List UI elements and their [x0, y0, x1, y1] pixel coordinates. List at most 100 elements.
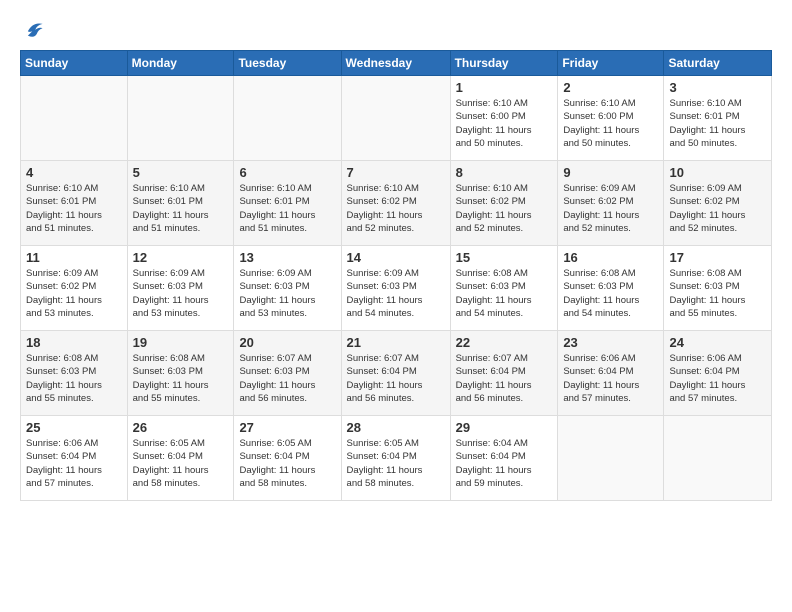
day-number: 16	[563, 250, 658, 265]
day-info: Sunrise: 6:08 AM Sunset: 6:03 PM Dayligh…	[669, 267, 766, 320]
calendar-cell: 26 Sunrise: 6:05 AM Sunset: 6:04 PM Dayli…	[127, 416, 234, 501]
day-number: 27	[239, 420, 335, 435]
day-number: 5	[133, 165, 229, 180]
day-number: 4	[26, 165, 122, 180]
day-info: Sunrise: 6:08 AM Sunset: 6:03 PM Dayligh…	[26, 352, 122, 405]
calendar-cell: 29 Sunrise: 6:04 AM Sunset: 6:04 PM Dayli…	[450, 416, 558, 501]
weekday-header: Saturday	[664, 51, 772, 76]
calendar-cell	[21, 76, 128, 161]
day-number: 2	[563, 80, 658, 95]
day-number: 3	[669, 80, 766, 95]
calendar-cell	[234, 76, 341, 161]
day-number: 18	[26, 335, 122, 350]
day-info: Sunrise: 6:09 AM Sunset: 6:02 PM Dayligh…	[26, 267, 122, 320]
day-info: Sunrise: 6:04 AM Sunset: 6:04 PM Dayligh…	[456, 437, 553, 490]
calendar-cell	[664, 416, 772, 501]
day-info: Sunrise: 6:07 AM Sunset: 6:04 PM Dayligh…	[347, 352, 445, 405]
calendar-cell	[341, 76, 450, 161]
calendar-cell: 14Sunrise: 6:09 AM Sunset: 6:03 PM Dayli…	[341, 246, 450, 331]
calendar-cell: 23 Sunrise: 6:06 AM Sunset: 6:04 PM Dayli…	[558, 331, 664, 416]
day-number: 26	[133, 420, 229, 435]
day-number: 1	[456, 80, 553, 95]
calendar-cell: 18 Sunrise: 6:08 AM Sunset: 6:03 PM Dayli…	[21, 331, 128, 416]
day-number: 9	[563, 165, 658, 180]
day-info: Sunrise: 6:09 AM Sunset: 6:03 PM Dayligh…	[239, 267, 335, 320]
weekday-header: Sunday	[21, 51, 128, 76]
day-info: Sunrise: 6:05 AM Sunset: 6:04 PM Dayligh…	[347, 437, 445, 490]
day-info: Sunrise: 6:08 AM Sunset: 6:03 PM Dayligh…	[456, 267, 553, 320]
day-number: 7	[347, 165, 445, 180]
day-info: Sunrise: 6:06 AM Sunset: 6:04 PM Dayligh…	[669, 352, 766, 405]
day-info: Sunrise: 6:10 AM Sunset: 6:01 PM Dayligh…	[133, 182, 229, 235]
day-info: Sunrise: 6:05 AM Sunset: 6:04 PM Dayligh…	[239, 437, 335, 490]
calendar-week-row: 18 Sunrise: 6:08 AM Sunset: 6:03 PM Dayli…	[21, 331, 772, 416]
calendar-week-row: 11 Sunrise: 6:09 AM Sunset: 6:02 PM Dayli…	[21, 246, 772, 331]
calendar-cell: 8 Sunrise: 6:10 AM Sunset: 6:02 PM Daylig…	[450, 161, 558, 246]
day-info: Sunrise: 6:09 AM Sunset: 6:02 PM Dayligh…	[669, 182, 766, 235]
calendar-cell: 13 Sunrise: 6:09 AM Sunset: 6:03 PM Dayli…	[234, 246, 341, 331]
day-info: Sunrise: 6:10 AM Sunset: 6:01 PM Dayligh…	[669, 97, 766, 150]
weekday-header: Friday	[558, 51, 664, 76]
calendar-cell	[127, 76, 234, 161]
weekday-header: Tuesday	[234, 51, 341, 76]
calendar-cell: 27 Sunrise: 6:05 AM Sunset: 6:04 PM Dayli…	[234, 416, 341, 501]
header	[20, 18, 772, 40]
day-number: 24	[669, 335, 766, 350]
day-info: Sunrise: 6:06 AM Sunset: 6:04 PM Dayligh…	[26, 437, 122, 490]
day-number: 22	[456, 335, 553, 350]
calendar-cell: 17Sunrise: 6:08 AM Sunset: 6:03 PM Dayli…	[664, 246, 772, 331]
calendar-cell: 9 Sunrise: 6:09 AM Sunset: 6:02 PM Daylig…	[558, 161, 664, 246]
day-info: Sunrise: 6:07 AM Sunset: 6:04 PM Dayligh…	[456, 352, 553, 405]
weekday-header: Wednesday	[341, 51, 450, 76]
day-number: 12	[133, 250, 229, 265]
day-info: Sunrise: 6:10 AM Sunset: 6:02 PM Dayligh…	[456, 182, 553, 235]
weekday-header: Monday	[127, 51, 234, 76]
day-number: 21	[347, 335, 445, 350]
day-info: Sunrise: 6:08 AM Sunset: 6:03 PM Dayligh…	[133, 352, 229, 405]
calendar-cell: 2 Sunrise: 6:10 AM Sunset: 6:00 PM Daylig…	[558, 76, 664, 161]
day-info: Sunrise: 6:08 AM Sunset: 6:03 PM Dayligh…	[563, 267, 658, 320]
calendar-week-row: 25 Sunrise: 6:06 AM Sunset: 6:04 PM Dayli…	[21, 416, 772, 501]
calendar-cell: 19 Sunrise: 6:08 AM Sunset: 6:03 PM Dayli…	[127, 331, 234, 416]
calendar-cell: 6Sunrise: 6:10 AM Sunset: 6:01 PM Daylig…	[234, 161, 341, 246]
calendar-cell: 5 Sunrise: 6:10 AM Sunset: 6:01 PM Daylig…	[127, 161, 234, 246]
calendar-cell: 24 Sunrise: 6:06 AM Sunset: 6:04 PM Dayli…	[664, 331, 772, 416]
logo	[20, 18, 44, 40]
calendar-cell: 11 Sunrise: 6:09 AM Sunset: 6:02 PM Dayli…	[21, 246, 128, 331]
day-info: Sunrise: 6:05 AM Sunset: 6:04 PM Dayligh…	[133, 437, 229, 490]
calendar-cell: 22 Sunrise: 6:07 AM Sunset: 6:04 PM Dayli…	[450, 331, 558, 416]
day-number: 29	[456, 420, 553, 435]
page: SundayMondayTuesdayWednesdayThursdayFrid…	[0, 0, 792, 511]
day-number: 23	[563, 335, 658, 350]
day-info: Sunrise: 6:10 AM Sunset: 6:00 PM Dayligh…	[563, 97, 658, 150]
calendar-cell: 28 Sunrise: 6:05 AM Sunset: 6:04 PM Dayli…	[341, 416, 450, 501]
day-number: 25	[26, 420, 122, 435]
day-number: 19	[133, 335, 229, 350]
weekday-header: Thursday	[450, 51, 558, 76]
day-number: 8	[456, 165, 553, 180]
day-info: Sunrise: 6:07 AM Sunset: 6:03 PM Dayligh…	[239, 352, 335, 405]
day-number: 14	[347, 250, 445, 265]
day-number: 6	[239, 165, 335, 180]
calendar-cell: 7 Sunrise: 6:10 AM Sunset: 6:02 PM Daylig…	[341, 161, 450, 246]
day-info: Sunrise: 6:06 AM Sunset: 6:04 PM Dayligh…	[563, 352, 658, 405]
calendar-header-row: SundayMondayTuesdayWednesdayThursdayFrid…	[21, 51, 772, 76]
calendar-table: SundayMondayTuesdayWednesdayThursdayFrid…	[20, 50, 772, 501]
day-info: Sunrise: 6:10 AM Sunset: 6:02 PM Dayligh…	[347, 182, 445, 235]
day-number: 28	[347, 420, 445, 435]
day-info: Sunrise: 6:09 AM Sunset: 6:02 PM Dayligh…	[563, 182, 658, 235]
calendar-week-row: 4 Sunrise: 6:10 AM Sunset: 6:01 PM Daylig…	[21, 161, 772, 246]
day-info: Sunrise: 6:10 AM Sunset: 6:00 PM Dayligh…	[456, 97, 553, 150]
calendar-cell: 12Sunrise: 6:09 AM Sunset: 6:03 PM Dayli…	[127, 246, 234, 331]
calendar-cell: 15Sunrise: 6:08 AM Sunset: 6:03 PM Dayli…	[450, 246, 558, 331]
calendar-cell: 25 Sunrise: 6:06 AM Sunset: 6:04 PM Dayli…	[21, 416, 128, 501]
day-number: 10	[669, 165, 766, 180]
calendar-cell: 16 Sunrise: 6:08 AM Sunset: 6:03 PM Dayli…	[558, 246, 664, 331]
day-number: 13	[239, 250, 335, 265]
calendar-week-row: 1 Sunrise: 6:10 AM Sunset: 6:00 PM Daylig…	[21, 76, 772, 161]
calendar-cell	[558, 416, 664, 501]
calendar-cell: 10 Sunrise: 6:09 AM Sunset: 6:02 PM Dayli…	[664, 161, 772, 246]
calendar-cell: 21 Sunrise: 6:07 AM Sunset: 6:04 PM Dayli…	[341, 331, 450, 416]
calendar-cell: 3 Sunrise: 6:10 AM Sunset: 6:01 PM Daylig…	[664, 76, 772, 161]
day-number: 11	[26, 250, 122, 265]
